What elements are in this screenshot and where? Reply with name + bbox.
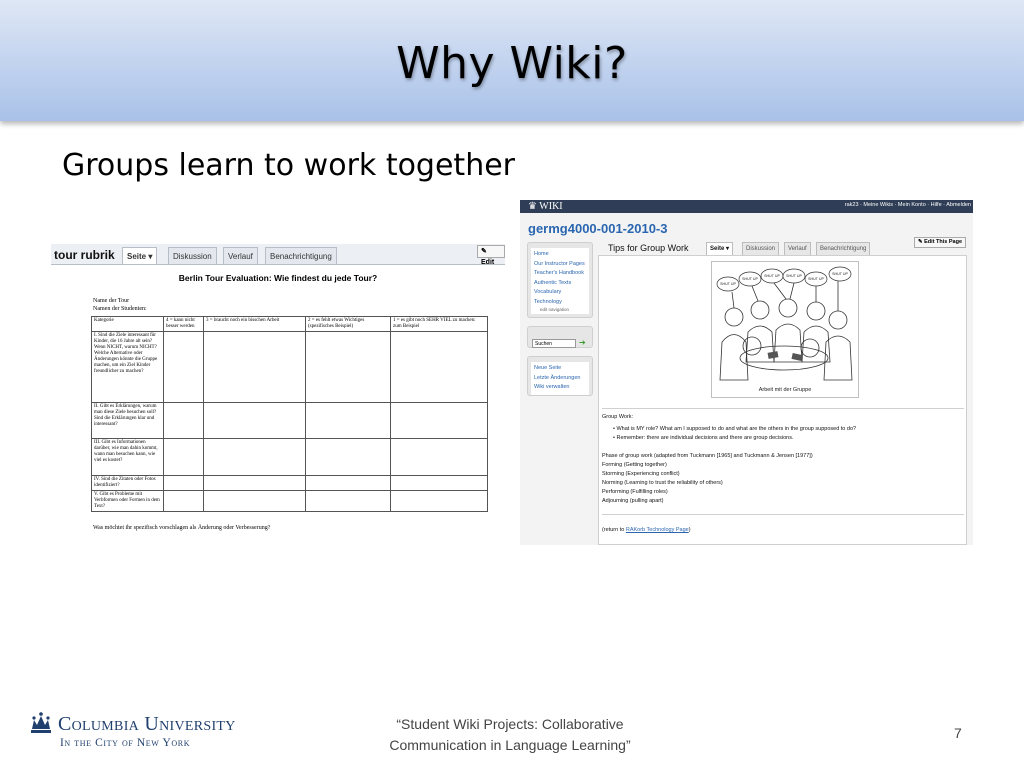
speech-bubble-text: SHUT UP (832, 272, 848, 276)
tool-link-manage-wiki[interactable]: Wiki verwalten (534, 383, 586, 393)
table-header: Kategorie (91, 316, 164, 332)
footer-line-2: Communication in Language Learning” (389, 737, 631, 753)
page-number: 7 (954, 725, 962, 741)
speech-bubble-text: SHUT UP (808, 277, 824, 281)
table-cell: I. Sind die Ziele interessant für Kinder… (91, 331, 164, 403)
speech-bubble-text: SHUT UP (720, 282, 736, 286)
phase-item: Storming (Experiencing conflict) (602, 471, 680, 477)
wiki-tools-panel: Neue Seite Letzte Änderungen Wiki verwal… (527, 356, 593, 396)
tab-benachrichtigung[interactable]: Benachrichtigung (265, 247, 337, 264)
wiki-logo-text: WIKI (539, 201, 563, 212)
edit-page-button[interactable]: ✎ Edit This Page (914, 237, 967, 248)
bullet-item: • Remember: there are individual decisio… (613, 435, 794, 441)
rubric-table: Kategorie 4 = kann nicht besser werden 3… (91, 316, 488, 512)
footer-line-1: “Student Wiki Projects: Collaborative (396, 716, 624, 732)
group-work-cartoon: SHUT UP SHUT UP SHUT UP SHUT UP SHUT UP … (711, 261, 859, 398)
phase-item: Adjourning (pulling apart) (602, 498, 664, 504)
bullet-text: What is MY role? What am I supposed to d… (616, 426, 857, 432)
table-header-row: Kategorie 4 = kann nicht besser werden 3… (91, 316, 488, 332)
bullet-text: Remember: there are individual decisions… (616, 435, 794, 441)
rubric-meta-students: Namen der Studenten: (93, 306, 147, 312)
cartoon-drawing: SHUT UP SHUT UP SHUT UP SHUT UP SHUT UP … (716, 266, 853, 381)
return-link[interactable]: RAKorb Technology Page (626, 527, 689, 533)
tab-seite[interactable]: Seite ▾ (122, 247, 158, 264)
rubric-meta-tour: Name der Tour (93, 298, 130, 304)
return-line: (return to RAKorb Technology Page) (602, 527, 691, 533)
university-location-text: In the City of New York (60, 737, 191, 749)
wiki-nav-panel: Home Our Instructor Pages Teacher's Hand… (527, 242, 593, 318)
wiki-logo[interactable]: ♛ WIKI (528, 201, 563, 212)
nav-link-vocabulary[interactable]: Vocabulary (534, 288, 586, 298)
tab-verlauf[interactable]: Verlauf (223, 247, 258, 264)
table-row: V. Gibt es Probleme mit Verbformen oder … (91, 490, 488, 512)
divider (602, 408, 964, 409)
wiki-page-title: Tips for Group Work (608, 243, 689, 253)
university-name-text: Columbia University (58, 713, 236, 735)
rubric-heading: Berlin Tour Evaluation: Wie findest du j… (178, 273, 378, 283)
slide-title: Why Wiki? (396, 38, 628, 89)
table-header: 1 = es gibt noch SEHR VIEL zu machen: zu… (390, 316, 488, 332)
rubric-screenshot: tour rubrik Seite ▾ Diskussion Verlauf B… (51, 241, 505, 545)
columbia-crown-logo (31, 712, 51, 733)
nav-link-instructor-pages[interactable]: Our Instructor Pages (534, 260, 586, 270)
tab-label: Seite (127, 252, 147, 261)
tab-benachrichtigung[interactable]: Benachrichtigung (816, 242, 871, 255)
speech-bubble-text: SHUT UP (786, 274, 802, 278)
nav-link-teachers-handbook[interactable]: Teacher's Handbook (534, 269, 586, 279)
tool-link-new-page[interactable]: Neue Seite (534, 364, 586, 374)
table-cell: II. Gibt es Erklärungen, warum man diese… (91, 402, 164, 439)
edit-page-label: Edit This Page (924, 239, 963, 245)
edit-button[interactable]: ✎ Edit (477, 245, 505, 266)
return-suffix: ) (688, 527, 691, 533)
wiki-page-content: SHUT UP SHUT UP SHUT UP SHUT UP SHUT UP … (598, 255, 967, 545)
edit-label: Edit (481, 259, 495, 266)
tab-diskussion[interactable]: Diskussion (742, 242, 780, 255)
university-name: Columbia University (58, 713, 236, 736)
table-cell: III. Gibt es Informationen darüber, wie … (91, 438, 164, 476)
phase-item: Performing (Fulfilling roles) (602, 489, 668, 495)
nav-link-technology[interactable]: Technology (534, 298, 586, 308)
wiki-tab-bar: tour rubrik Seite ▾ Diskussion Verlauf B… (51, 244, 505, 266)
table-header: 2 = es fehlt etwas Wichtiges (spezifisch… (305, 316, 391, 332)
tool-link-recent-changes[interactable]: Letzte Änderungen (534, 374, 586, 384)
search-go-icon[interactable]: ➔ (579, 338, 586, 347)
footer-citation: “Student Wiki Projects: Collaborative Co… (360, 714, 660, 756)
wiki-search-input[interactable]: Suchen (532, 339, 576, 348)
phase-item: Norming (Learning to trust the reliabili… (602, 480, 723, 486)
nav-link-authentic-texts[interactable]: Authentic Texts (534, 279, 586, 289)
slide-bullet: Groups learn to work together (62, 148, 516, 183)
rubric-footer-question: Was möchtet ihr spezifisch vorschlagen a… (93, 525, 271, 531)
table-row: IV. Sind die Zitaten oder Fotos identifi… (91, 475, 488, 491)
bullet-item: • What is MY role? What am I supposed to… (613, 426, 857, 432)
user-menu[interactable]: rak23 · Meine Wikis · Mein Konto · Hilfe… (845, 202, 971, 208)
tab-label: Seite (710, 246, 725, 252)
phase-item: Forming (Getting together) (602, 462, 667, 468)
tab-verlauf[interactable]: Verlauf (784, 242, 811, 255)
table-row: III. Gibt es Informationen darüber, wie … (91, 438, 488, 476)
cartoon-caption: Arbeit mit der Gruppe (758, 387, 812, 393)
return-prefix: (return to (602, 527, 626, 533)
table-cell: V. Gibt es Probleme mit Verbformen oder … (91, 490, 164, 512)
wiki-top-bar: ♛ WIKI rak23 · Meine Wikis · Mein Konto … (520, 200, 973, 213)
wiki-search-panel: Suchen ➔ (527, 326, 593, 348)
tab-diskussion[interactable]: Diskussion (168, 247, 217, 264)
rubric-page-name: tour rubrik (54, 248, 115, 262)
table-cell: IV. Sind die Zitaten oder Fotos identifi… (91, 475, 164, 491)
nav-link-home[interactable]: Home (534, 250, 586, 260)
table-row: I. Sind die Ziele interessant für Kinder… (91, 331, 488, 403)
wiki-title[interactable]: germg4000-001-2010-3 (528, 221, 667, 236)
wiki-screenshot: ♛ WIKI rak23 · Meine Wikis · Mein Konto … (520, 200, 973, 545)
table-row: II. Gibt es Erklärungen, warum man diese… (91, 402, 488, 439)
divider (602, 514, 964, 515)
group-work-heading: Group Work: (602, 414, 634, 420)
phases-heading: Phase of group work (adapted from Tuckma… (602, 453, 813, 459)
table-header: 4 = kann nicht besser werden (163, 316, 204, 332)
table-header: 3 = braucht noch ein bisschen Arbeit (203, 316, 306, 332)
speech-bubble-text: SHUT UP (764, 274, 780, 278)
speech-bubble-text: SHUT UP (742, 277, 758, 281)
university-location: In the City of New York (60, 737, 190, 749)
tab-seite[interactable]: Seite ▾ (706, 242, 734, 255)
edit-navigation-link[interactable]: edit navigation (534, 307, 586, 312)
